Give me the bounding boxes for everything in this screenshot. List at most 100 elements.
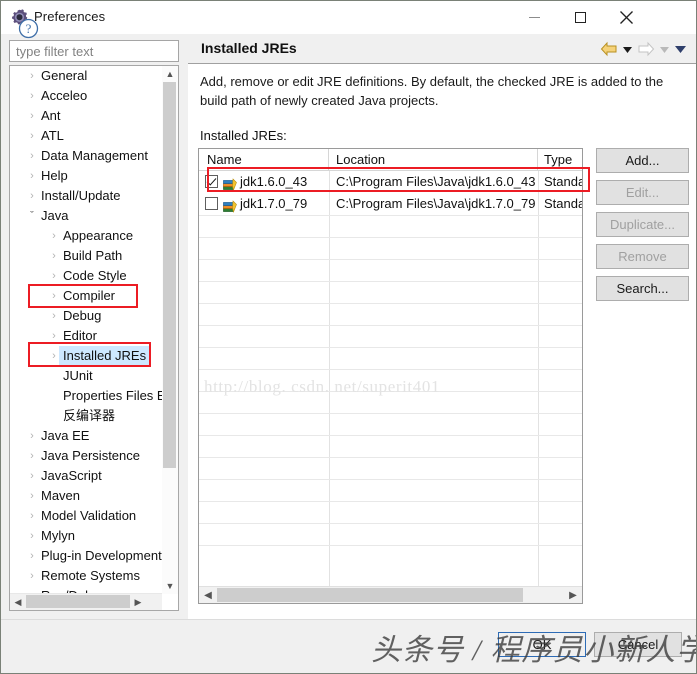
sidebar-item-editor[interactable]: › Editor (10, 326, 162, 346)
jre-name: jdk1.7.0_79 (240, 196, 308, 211)
sidebar-item-install-update[interactable]: › Install/Update (10, 186, 162, 206)
tree-vertical-scrollbar[interactable]: ▲ ▼ (162, 66, 178, 594)
sidebar-item-plug-in-development[interactable]: › Plug-in Development (10, 546, 162, 566)
chevron-right-icon[interactable]: › (26, 486, 38, 506)
chevron-right-icon[interactable]: › (26, 546, 38, 566)
minimize-icon (528, 16, 540, 18)
forward-menu-chevron-down-icon[interactable] (658, 40, 671, 58)
title-bar: Preferences (1, 1, 696, 34)
chevron-right-icon[interactable]: › (26, 526, 38, 546)
filter-input[interactable]: type filter text (9, 40, 179, 62)
jre-checkbox[interactable] (205, 197, 218, 210)
sidebar-item-acceleo[interactable]: › Acceleo (10, 86, 162, 106)
back-menu-chevron-down-icon[interactable] (621, 40, 634, 58)
help-icon[interactable]: ? (18, 18, 39, 39)
table-scroll-right-icon[interactable]: ▶ (565, 587, 581, 603)
installed-jres-table[interactable]: Name Location Type jdk1.6.0_43 C:\Program… (198, 148, 583, 604)
csdn-watermark: http://blog. csdn. net/superit401 (204, 377, 441, 396)
chevron-right-icon[interactable]: › (48, 246, 60, 266)
sidebar-item-mylyn[interactable]: › Mylyn (10, 526, 162, 546)
scroll-up-icon[interactable]: ▲ (162, 66, 178, 82)
cell-location: C:\Program Files\Java\jdk1.7.0_79 (336, 196, 536, 211)
scroll-left-icon[interactable]: ◀ (10, 594, 26, 610)
sidebar-item-javascript[interactable]: › JavaScript (10, 466, 162, 486)
filter-placeholder: type filter text (16, 44, 94, 59)
sidebar-item-java-persistence[interactable]: › Java Persistence (10, 446, 162, 466)
maximize-button[interactable] (557, 1, 603, 33)
sidebar-item-model-validation[interactable]: › Model Validation (10, 506, 162, 526)
cancel-button[interactable]: Cancel (594, 632, 682, 657)
back-arrow-icon[interactable] (600, 40, 618, 58)
chevron-right-icon[interactable]: › (26, 186, 38, 206)
svg-text:?: ? (26, 21, 32, 36)
table-row[interactable]: jdk1.6.0_43 C:\Program Files\Java\jdk1.6.… (199, 171, 582, 193)
sidebar-item-java-ee[interactable]: › Java EE (10, 426, 162, 446)
scroll-down-icon[interactable]: ▼ (162, 578, 178, 594)
tree-hscroll-thumb[interactable] (26, 595, 130, 608)
chevron-right-icon[interactable]: › (26, 446, 38, 466)
sidebar-item-appearance[interactable]: › Appearance (10, 226, 162, 246)
ok-button[interactable]: OK (498, 632, 586, 657)
maximize-icon (574, 11, 586, 23)
chevron-right-icon[interactable]: › (48, 286, 60, 306)
tree-vscroll-thumb[interactable] (163, 82, 176, 468)
page-header: Installed JREs (188, 34, 696, 64)
sidebar-item-help[interactable]: › Help (10, 166, 162, 186)
forward-arrow-icon[interactable] (637, 40, 655, 58)
duplicate-button[interactable]: Duplicate... (596, 212, 689, 237)
remove-button[interactable]: Remove (596, 244, 689, 269)
more-menu-chevron-down-icon[interactable] (674, 40, 687, 58)
chevron-right-icon[interactable]: › (48, 266, 60, 286)
table-row[interactable]: jdk1.7.0_79 C:\Program Files\Java\jdk1.7.… (199, 193, 582, 215)
column-header-name[interactable]: Name (199, 149, 329, 170)
scroll-right-icon[interactable]: ▶ (130, 594, 146, 610)
chevron-right-icon[interactable]: › (26, 106, 38, 126)
sidebar-item-atl[interactable]: › ATL (10, 126, 162, 146)
sidebar-item-code-style[interactable]: › Code Style (10, 266, 162, 286)
chevron-right-icon[interactable]: › (26, 466, 38, 486)
tree-item-label: Java Persistence (41, 448, 140, 463)
sidebar-item-maven[interactable]: › Maven (10, 486, 162, 506)
table-hscroll-thumb[interactable] (217, 588, 523, 602)
sidebar-item-ant[interactable]: › Ant (10, 106, 162, 126)
close-button[interactable] (603, 1, 649, 33)
chevron-right-icon[interactable]: › (48, 226, 60, 246)
table-scroll-left-icon[interactable]: ◀ (200, 587, 216, 603)
sidebar-item-debug[interactable]: › Debug (10, 306, 162, 326)
chevron-right-icon[interactable]: › (26, 506, 38, 526)
chevron-right-icon[interactable]: › (26, 146, 38, 166)
chevron-right-icon[interactable]: › (48, 326, 60, 346)
sidebar-item-data-management[interactable]: › Data Management (10, 146, 162, 166)
sidebar-item-java[interactable]: ˇ Java (10, 206, 162, 226)
sidebar-item-compiler[interactable]: › Compiler (10, 286, 162, 306)
chevron-right-icon[interactable]: › (48, 306, 60, 326)
row-separator (199, 259, 582, 260)
chevron-right-icon[interactable]: › (26, 566, 38, 586)
search-button[interactable]: Search... (596, 276, 689, 301)
row-separator (199, 457, 582, 458)
sidebar-item-[interactable]: 反编译器 (10, 406, 162, 426)
tree-item-label: Maven (41, 488, 81, 503)
sidebar-item-build-path[interactable]: › Build Path (10, 246, 162, 266)
chevron-down-icon[interactable]: ˇ (26, 206, 38, 226)
chevron-right-icon[interactable]: › (26, 66, 38, 86)
sidebar-item-general[interactable]: › General (10, 66, 162, 86)
edit-button[interactable]: Edit... (596, 180, 689, 205)
sidebar-item-remote-systems[interactable]: › Remote Systems (10, 566, 162, 586)
minimize-button[interactable] (511, 1, 557, 33)
chevron-right-icon[interactable]: › (26, 126, 38, 146)
sidebar-item-properties-files-ed[interactable]: Properties Files Ed (10, 386, 173, 406)
preferences-tree[interactable]: › General › Acceleo › Ant › ATL › Data Management… (9, 65, 179, 611)
chevron-right-icon[interactable]: › (26, 86, 38, 106)
jre-checkbox[interactable] (205, 175, 218, 188)
column-header-type[interactable]: Type (538, 149, 582, 170)
table-horizontal-scrollbar[interactable]: ◀ ▶ (199, 586, 582, 603)
tree-item-label: Java EE (41, 428, 90, 443)
chevron-right-icon[interactable]: › (26, 426, 38, 446)
tree-horizontal-scrollbar[interactable]: ◀ ▶ (10, 593, 162, 610)
sidebar-item-junit[interactable]: JUnit (10, 366, 162, 386)
add-button[interactable]: Add... (596, 148, 689, 173)
column-header-location[interactable]: Location (329, 149, 538, 170)
sidebar-item-installed-jres[interactable]: › Installed JREs (10, 346, 162, 366)
chevron-right-icon[interactable]: › (26, 166, 38, 186)
